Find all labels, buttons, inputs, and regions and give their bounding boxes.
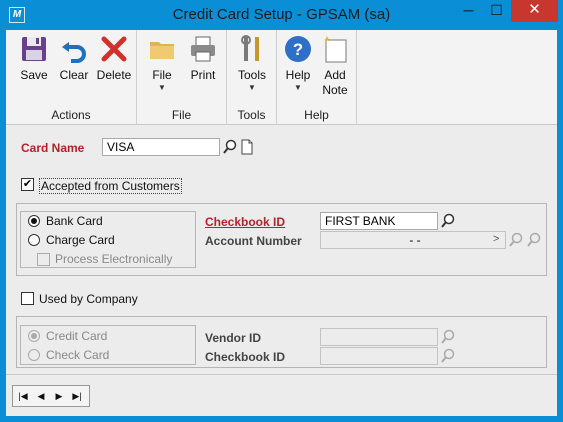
ribbon-group-actions: Save Clear Delete Actions — [6, 30, 137, 125]
tools-icon — [241, 35, 259, 61]
svg-text:?: ? — [293, 40, 303, 59]
bank-card-radio[interactable] — [28, 215, 40, 227]
file-button[interactable]: File ▼ — [143, 34, 181, 93]
group-label-help: Help — [304, 108, 329, 122]
add-note-icon — [324, 36, 347, 63]
help-button[interactable]: ? Help ▼ — [281, 34, 315, 93]
accepted-from-customers-label[interactable]: Accepted from Customers — [39, 178, 182, 194]
checkbook-id-input[interactable]: FIRST BANK — [320, 212, 438, 230]
credit-card-radio[interactable] — [28, 330, 40, 342]
vendor-id-input[interactable] — [320, 328, 438, 346]
process-electronically-checkbox[interactable] — [37, 253, 50, 266]
charge-card-label: Charge Card — [46, 233, 115, 247]
check-card-label: Check Card — [46, 348, 110, 362]
used-by-company-checkbox[interactable] — [21, 292, 34, 305]
group-label-actions: Actions — [51, 108, 91, 122]
ribbon-group-help: ? Help ▼ Add Note Help — [277, 30, 357, 125]
previous-record-button[interactable]: ◀ — [33, 389, 49, 403]
account-number-expand-button[interactable]: > — [493, 233, 499, 245]
checkbook-id-2-label: Checkbook ID — [205, 350, 286, 364]
checkbook-2-lookup-icon[interactable] — [440, 348, 456, 364]
add-note-button[interactable]: Add Note — [317, 34, 353, 98]
ribbon-toolbar: Save Clear Delete Actions File ▼ Print F… — [6, 30, 557, 125]
process-electronically-label: Process Electronically — [55, 252, 173, 266]
title-bar[interactable]: M Credit Card Setup - GPSAM (sa) ─ ☐ ✕ — [0, 0, 563, 30]
help-question-icon: ? — [285, 36, 311, 62]
print-button[interactable]: Print — [184, 34, 222, 83]
note-icon[interactable] — [239, 139, 255, 155]
client-area: Save Clear Delete Actions File ▼ Print F… — [6, 30, 557, 416]
close-button[interactable]: ✕ — [511, 0, 558, 22]
accepted-from-customers-checkbox[interactable]: ✔ — [21, 178, 34, 191]
ribbon-group-file: File ▼ Print File — [137, 30, 227, 125]
save-icon — [22, 37, 46, 61]
credit-card-label: Credit Card — [46, 329, 108, 343]
vendor-id-label: Vendor ID — [205, 331, 262, 345]
bank-card-label: Bank Card — [46, 214, 103, 228]
group-label-tools: Tools — [237, 108, 266, 122]
folder-icon — [150, 42, 174, 59]
undo-icon — [62, 42, 86, 63]
delete-x-icon — [101, 36, 127, 62]
account-number-input[interactable]: - - — [320, 231, 506, 249]
check-card-radio[interactable] — [28, 349, 40, 361]
lookup-icon[interactable] — [222, 139, 238, 155]
vendor-lookup-icon[interactable] — [440, 329, 456, 345]
next-record-button[interactable]: ▶ — [51, 389, 67, 403]
form-content: Card Name VISA ✔ Accepted from Customers… — [6, 126, 557, 374]
card-name-label: Card Name — [21, 141, 85, 155]
maximize-button[interactable]: ☐ — [483, 0, 510, 22]
account-lookup-icon[interactable] — [508, 232, 524, 248]
clear-button[interactable]: Clear — [56, 34, 92, 83]
save-button[interactable]: Save — [14, 34, 54, 83]
help-dropdown-arrow: ▼ — [294, 83, 302, 92]
group-label-file: File — [171, 108, 192, 122]
credit-card-setup-window: M Credit Card Setup - GPSAM (sa) ─ ☐ ✕ S… — [0, 0, 563, 422]
printer-icon — [191, 36, 215, 62]
account-number-label: Account Number — [205, 234, 302, 248]
ribbon-group-tools: Tools ▼ Tools — [227, 30, 277, 125]
used-by-company-label: Used by Company — [39, 292, 138, 306]
minimize-button[interactable]: ─ — [455, 0, 482, 22]
charge-card-radio[interactable] — [28, 234, 40, 246]
checkbook-lookup-icon[interactable] — [440, 213, 456, 229]
first-record-button[interactable]: |◀ — [15, 389, 31, 403]
account-expand-icon[interactable] — [526, 232, 542, 248]
card-name-input[interactable]: VISA — [102, 138, 220, 156]
navigation-buttons: |◀ ◀ ▶ ▶| — [12, 385, 90, 407]
checkbook-id-label[interactable]: Checkbook ID — [205, 215, 285, 229]
checkbook-id-2-input[interactable] — [320, 347, 438, 365]
file-dropdown-arrow: ▼ — [158, 83, 166, 92]
delete-button[interactable]: Delete — [94, 34, 134, 83]
tools-dropdown-arrow: ▼ — [248, 83, 256, 92]
last-record-button[interactable]: ▶| — [69, 389, 85, 403]
record-navigation-bar: |◀ ◀ ▶ ▶| — [6, 374, 557, 416]
tools-button[interactable]: Tools ▼ — [233, 34, 271, 93]
